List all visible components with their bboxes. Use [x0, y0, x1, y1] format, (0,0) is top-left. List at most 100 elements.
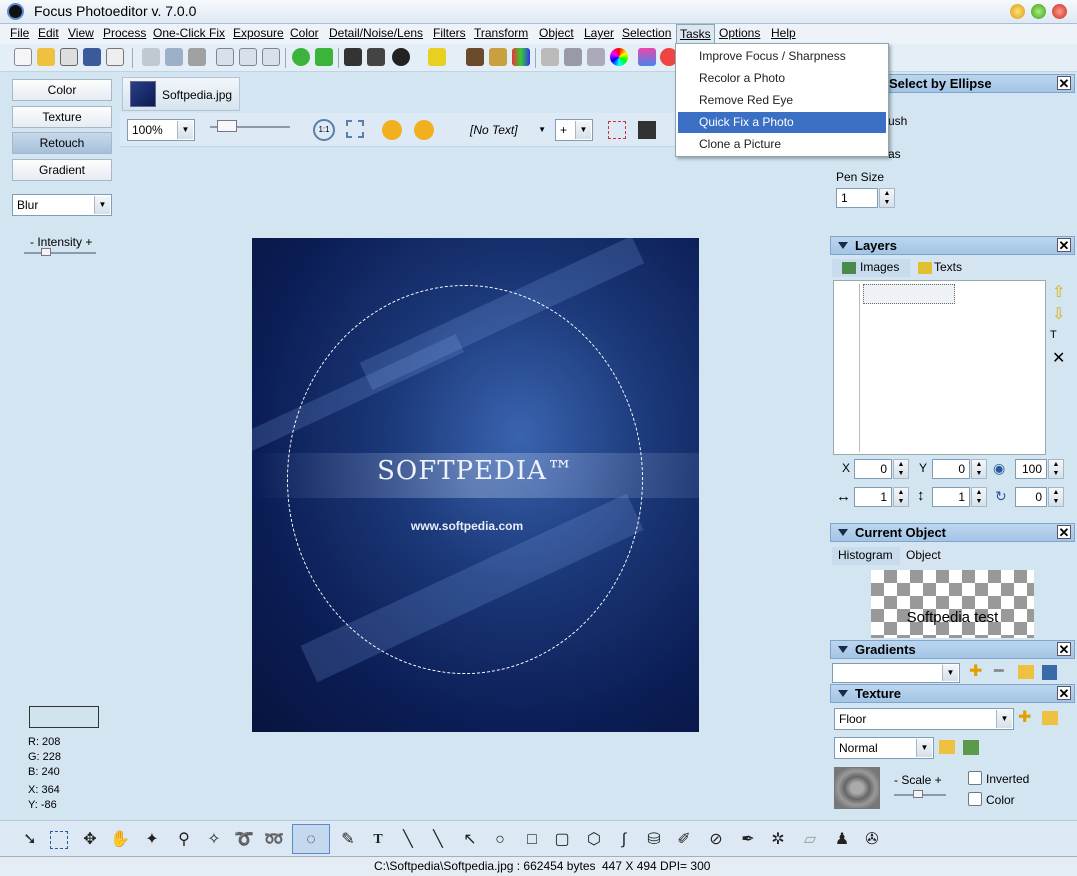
clone-tool-icon[interactable]: ⊘ — [706, 830, 726, 850]
intensity-slider[interactable] — [24, 252, 96, 254]
print-icon[interactable] — [106, 48, 124, 66]
width-input[interactable]: 1 — [854, 487, 892, 507]
scale-slider-thumb[interactable] — [913, 790, 923, 798]
collapse-icon[interactable] — [838, 690, 848, 697]
menu-transform[interactable]: Transform — [474, 26, 528, 40]
rect-select-tool-icon[interactable] — [50, 831, 68, 849]
ellipse-selection[interactable] — [287, 285, 643, 674]
effects-icon[interactable] — [638, 48, 656, 66]
move-tool-icon[interactable]: ✥ — [80, 830, 100, 850]
hand-tool-icon[interactable]: ✋ — [110, 830, 130, 850]
pointer-tool-icon[interactable]: ➘ — [20, 830, 40, 850]
move-layer-up-icon[interactable]: ⇧ — [1052, 285, 1068, 301]
retouch-button[interactable]: Retouch — [12, 132, 112, 154]
rounded-rect-tool-icon[interactable]: ▢ — [552, 830, 572, 850]
open-gradient-icon[interactable] — [1018, 665, 1034, 679]
save-icon[interactable] — [83, 48, 101, 66]
color-wheel-icon[interactable] — [610, 48, 628, 66]
paste-icon[interactable] — [188, 48, 206, 66]
layer-row[interactable] — [863, 284, 955, 304]
flip-vertical-icon[interactable] — [239, 48, 257, 66]
pencil-tool-icon[interactable]: ╲ — [398, 830, 418, 850]
paint-tool-icon[interactable]: ✒ — [738, 830, 758, 850]
free-lasso-tool-icon[interactable]: ➿ — [264, 830, 284, 850]
undo-icon[interactable] — [382, 120, 402, 140]
merge-layer-icon[interactable]: T — [1050, 329, 1068, 347]
histogram-icon[interactable] — [344, 48, 362, 66]
magic-wand-tool-icon[interactable]: ✦ — [142, 830, 162, 850]
pen-size-spinner[interactable]: ▲ ▼ — [879, 188, 895, 208]
collapse-icon[interactable] — [838, 646, 848, 653]
color-button[interactable]: Color — [12, 79, 112, 101]
texture-select[interactable]: Floor ▼ — [834, 708, 1014, 730]
actual-size-icon[interactable]: 1:1 — [313, 119, 335, 141]
circle-tool-icon[interactable]: ○ — [490, 830, 510, 850]
rotation-spinner[interactable]: ▲ ▼ — [1048, 487, 1064, 507]
height-input[interactable]: 1 — [932, 487, 970, 507]
new-file-icon[interactable] — [14, 48, 32, 66]
width-spinner[interactable]: ▲ ▼ — [893, 487, 909, 507]
collapse-icon[interactable] — [838, 242, 848, 249]
image-canvas[interactable]: SOFTPEDIA™ www.softpedia.com — [252, 238, 699, 732]
contrast-icon[interactable] — [392, 48, 410, 66]
document-tab[interactable]: Softpedia.jpg — [122, 77, 240, 111]
menu-exposure[interactable]: Exposure — [233, 26, 284, 40]
menu-filters[interactable]: Filters — [433, 26, 466, 40]
y-input[interactable]: 0 — [932, 459, 970, 479]
menu-item-quick-fix[interactable]: Quick Fix a Photo — [678, 112, 886, 133]
lasso-tool-icon[interactable]: ➰ — [234, 830, 254, 850]
menu-tasks[interactable]: Tasks — [676, 24, 715, 44]
zoom-slider-thumb[interactable] — [217, 120, 237, 132]
tab-object[interactable]: Object — [900, 547, 946, 565]
curve-tool-icon[interactable]: ∫ — [614, 830, 634, 850]
eraser-tool-icon[interactable]: ▱ — [800, 830, 820, 850]
menu-item-clone-picture[interactable]: Clone a Picture — [678, 134, 886, 155]
menu-item-improve-focus[interactable]: Improve Focus / Sharpness — [678, 46, 886, 67]
load-texture-icon[interactable] — [963, 740, 979, 755]
menu-help[interactable]: Help — [771, 26, 796, 40]
brush-tool-icon[interactable]: ✐ — [674, 830, 694, 850]
gradient-select[interactable]: ▼ — [832, 663, 960, 683]
rotation-input[interactable]: 0 — [1015, 487, 1047, 507]
tab-histogram[interactable]: Histogram — [832, 547, 900, 565]
gradient-button[interactable]: Gradient — [12, 159, 112, 181]
texture-button[interactable]: Texture — [12, 106, 112, 128]
transform-tool-icon[interactable]: ✧ — [204, 830, 224, 850]
menu-item-recolor-photo[interactable]: Recolor a Photo — [678, 68, 886, 89]
pen-icon[interactable] — [564, 48, 582, 66]
open-folder-icon[interactable] — [37, 48, 55, 66]
menu-layer[interactable]: Layer — [584, 26, 614, 40]
remove-gradient-icon[interactable]: ━ — [994, 664, 1004, 680]
color-checkbox[interactable] — [968, 792, 982, 806]
menu-color[interactable]: Color — [290, 26, 319, 40]
white-balance-icon[interactable] — [489, 48, 507, 66]
blend-mode-select[interactable]: Normal ▼ — [834, 737, 934, 759]
line-tool-icon[interactable]: ╲ — [428, 830, 448, 850]
close-icon[interactable]: ✕ — [1057, 76, 1071, 90]
menu-edit[interactable]: Edit — [38, 26, 59, 40]
collapse-icon[interactable] — [838, 529, 848, 536]
ellipse-select-tool-icon[interactable]: ◌ — [292, 824, 330, 854]
redo-icon[interactable] — [414, 120, 434, 140]
open-blend-icon[interactable] — [939, 740, 955, 754]
text-tool-icon[interactable]: T — [368, 830, 388, 850]
fill-tool-icon[interactable]: ⛁ — [644, 830, 664, 850]
add-texture-icon[interactable]: ✚ — [1018, 710, 1031, 726]
operator-select[interactable]: + ▼ — [555, 119, 593, 141]
text-select[interactable]: [No Text] ▼ — [460, 121, 548, 139]
red-eye-tool-icon[interactable]: ✇ — [862, 830, 882, 850]
stamp-tool-icon[interactable]: ♟ — [832, 830, 852, 850]
apply-all-icon[interactable] — [315, 48, 333, 66]
menu-file[interactable]: File — [10, 26, 29, 40]
fit-window-icon[interactable] — [346, 120, 364, 138]
menu-view[interactable]: View — [68, 26, 94, 40]
menu-options[interactable]: Options — [719, 26, 760, 40]
close-button[interactable] — [1052, 4, 1067, 19]
crop-icon[interactable] — [262, 48, 280, 66]
color-channels-icon[interactable] — [512, 48, 530, 66]
levels-icon[interactable] — [367, 48, 385, 66]
flip-horizontal-icon[interactable] — [216, 48, 234, 66]
retouch-tool-icon[interactable]: ✲ — [768, 830, 788, 850]
close-icon[interactable]: ✕ — [1057, 238, 1071, 252]
cut-icon[interactable] — [142, 48, 160, 66]
